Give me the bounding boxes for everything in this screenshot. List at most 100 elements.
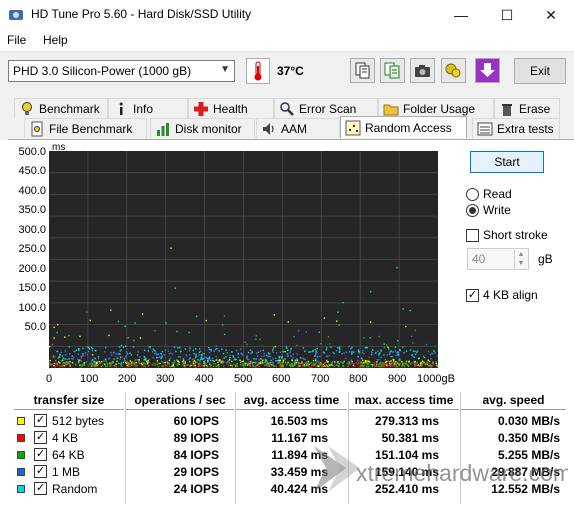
- copy-info-button[interactable]: [350, 58, 375, 83]
- x-tick-label: 100: [80, 373, 99, 385]
- read-radio[interactable]: [466, 188, 479, 201]
- data-point: [86, 354, 89, 356]
- tab-erase[interactable]: Erase: [494, 98, 560, 118]
- data-point: [253, 366, 256, 368]
- write-radio[interactable]: [466, 204, 479, 217]
- data-point: [255, 338, 257, 340]
- data-point: [95, 364, 98, 367]
- data-point: [53, 365, 55, 367]
- close-button[interactable]: ✕: [528, 0, 574, 30]
- data-point: [420, 361, 422, 364]
- data-point: [207, 347, 210, 349]
- data-point: [333, 352, 335, 355]
- tab-extra-tests[interactable]: Extra tests: [472, 118, 560, 138]
- data-point: [204, 362, 207, 364]
- data-point: [193, 358, 196, 360]
- data-point: [218, 360, 220, 362]
- data-point: [89, 319, 91, 322]
- data-point: [176, 330, 178, 333]
- folder-icon: [383, 104, 399, 116]
- tab-benchmark[interactable]: Benchmark: [14, 98, 108, 118]
- data-point: [264, 359, 266, 361]
- copy-text-button[interactable]: [380, 58, 405, 83]
- tab-disk-monitor[interactable]: Disk monitor: [150, 118, 255, 138]
- data-point: [414, 350, 416, 353]
- maximize-button[interactable]: ☐: [484, 0, 530, 30]
- menu-help[interactable]: Help: [43, 33, 68, 47]
- data-point: [304, 362, 306, 364]
- data-point: [287, 355, 289, 357]
- drive-select[interactable]: PHD 3.0 Silicon-Power (1000 gB) ▼: [8, 60, 235, 82]
- data-point: [160, 357, 162, 360]
- short-stroke-checkbox[interactable]: [466, 229, 479, 242]
- tab-aam[interactable]: AAM: [256, 118, 340, 138]
- data-point: [395, 354, 397, 356]
- data-point: [182, 359, 185, 361]
- screenshot-button[interactable]: [410, 58, 435, 83]
- spin-down-icon[interactable]: ▼: [514, 259, 527, 268]
- data-point: [320, 343, 322, 345]
- data-point: [223, 361, 225, 363]
- data-point: [390, 355, 392, 358]
- tab-health[interactable]: Health: [188, 98, 274, 118]
- tab-info[interactable]: Info: [108, 98, 188, 118]
- data-point: [235, 358, 238, 361]
- align-4kb-checkbox[interactable]: ✓: [466, 289, 479, 302]
- tab-folder-usage[interactable]: Folder Usage: [378, 98, 494, 118]
- data-point: [80, 366, 83, 368]
- data-point: [153, 362, 155, 364]
- data-point: [103, 360, 105, 362]
- tab-error-scan[interactable]: Error Scan: [274, 98, 378, 118]
- series-color-swatch: [17, 451, 25, 459]
- data-point: [73, 356, 75, 358]
- data-point: [214, 363, 217, 365]
- options-button[interactable]: [441, 58, 466, 83]
- data-point: [127, 364, 129, 366]
- series-checkbox[interactable]: ✓: [34, 414, 47, 427]
- data-point: [337, 347, 339, 349]
- temperature-indicator: [246, 58, 270, 84]
- data-point: [145, 359, 148, 362]
- data-point: [72, 358, 74, 360]
- data-point: [256, 352, 258, 354]
- data-point: [247, 362, 249, 364]
- max-access-cell: 279.313 ms: [374, 414, 439, 428]
- data-point: [357, 362, 360, 364]
- copy-text-icon: [384, 62, 400, 79]
- data-point: [428, 350, 430, 353]
- minimize-button[interactable]: —: [438, 0, 484, 30]
- data-point: [318, 364, 321, 366]
- short-stroke-size-spinner[interactable]: 40 ▲ ▼: [467, 248, 529, 270]
- start-button[interactable]: Start: [470, 151, 544, 173]
- table-row: ✓ Random 24 IOPS 40.424 ms 252.410 ms 12.552 …: [14, 481, 566, 498]
- series-checkbox[interactable]: ✓: [34, 448, 47, 461]
- series-checkbox[interactable]: ✓: [34, 465, 47, 478]
- y-tick-label: 200.0: [18, 262, 46, 275]
- data-point: [223, 357, 225, 359]
- data-point: [75, 364, 77, 366]
- series-checkbox[interactable]: ✓: [34, 482, 47, 495]
- spin-up-icon[interactable]: ▲: [514, 250, 527, 259]
- download-button[interactable]: [475, 58, 500, 83]
- exit-button[interactable]: Exit: [514, 58, 566, 84]
- data-point: [228, 362, 231, 364]
- data-point: [327, 365, 330, 368]
- data-point: [392, 365, 394, 367]
- data-point: [281, 357, 283, 359]
- data-point: [427, 364, 430, 367]
- data-point: [209, 366, 211, 368]
- read-label: Read: [483, 187, 512, 201]
- data-point: [68, 334, 70, 337]
- data-point: [151, 351, 154, 353]
- data-point: [104, 364, 107, 367]
- tab-random-access[interactable]: Random Access: [340, 116, 467, 138]
- tab-file-benchmark[interactable]: File Benchmark: [24, 118, 147, 138]
- data-point: [138, 361, 140, 363]
- series-checkbox[interactable]: ✓: [34, 431, 47, 444]
- x-tick-label: 800: [349, 373, 368, 385]
- data-point: [129, 365, 131, 368]
- y-tick-label: 300.0: [18, 223, 46, 236]
- menu-file[interactable]: File: [7, 33, 26, 47]
- data-point: [137, 351, 139, 353]
- data-point: [338, 351, 341, 353]
